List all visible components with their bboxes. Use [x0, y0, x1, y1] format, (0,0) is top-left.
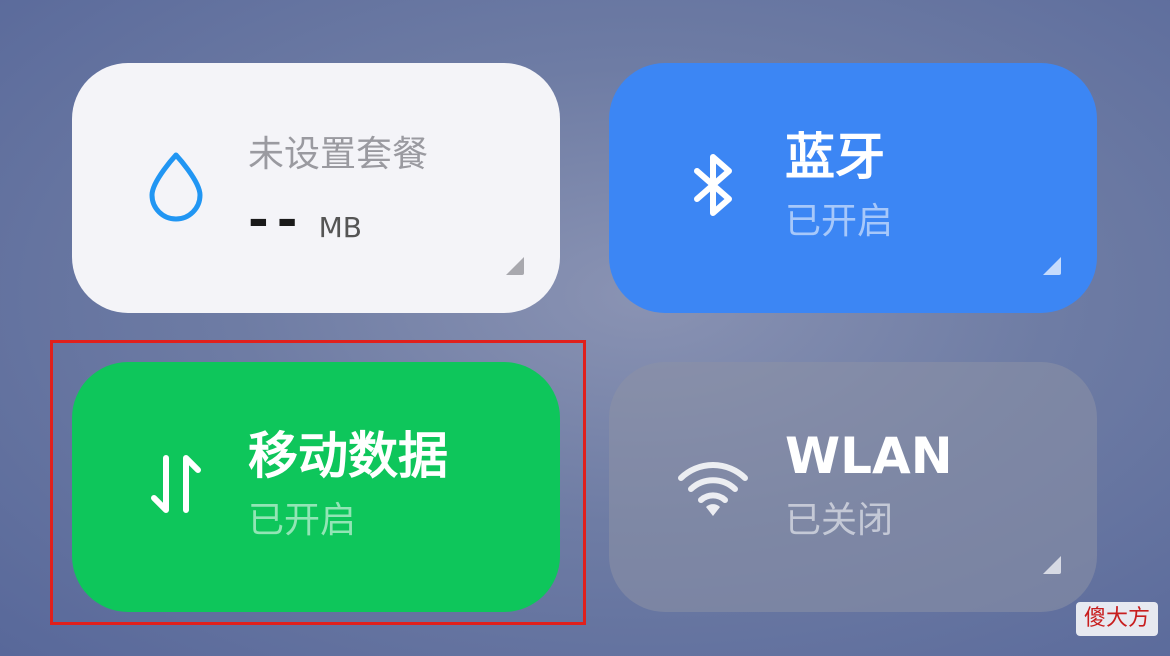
- bluetooth-tile[interactable]: 蓝牙 已开启: [609, 63, 1097, 313]
- plan-label: 未设置套餐: [248, 134, 429, 175]
- bluetooth-status: 已开启: [785, 201, 894, 242]
- bluetooth-title: 蓝牙: [785, 128, 885, 186]
- usage-unit: MB: [318, 211, 362, 244]
- expand-corner-icon[interactable]: [502, 253, 526, 277]
- bluetooth-icon: [673, 145, 753, 225]
- wlan-status: 已关闭: [785, 500, 894, 541]
- expand-corner-icon[interactable]: [1039, 552, 1063, 576]
- water-drop-icon: [136, 145, 216, 225]
- highlight-box: [50, 340, 586, 625]
- expand-corner-icon[interactable]: [1039, 253, 1063, 277]
- usage-readout: -- MB: [248, 191, 362, 251]
- watermark: 傻大方: [1075, 602, 1158, 636]
- wlan-title: WLAN: [785, 427, 953, 485]
- usage-value: --: [248, 191, 306, 249]
- wifi-icon: [673, 444, 753, 524]
- wlan-tile[interactable]: WLAN 已关闭: [609, 362, 1097, 612]
- data-usage-tile[interactable]: 未设置套餐 -- MB: [72, 63, 560, 313]
